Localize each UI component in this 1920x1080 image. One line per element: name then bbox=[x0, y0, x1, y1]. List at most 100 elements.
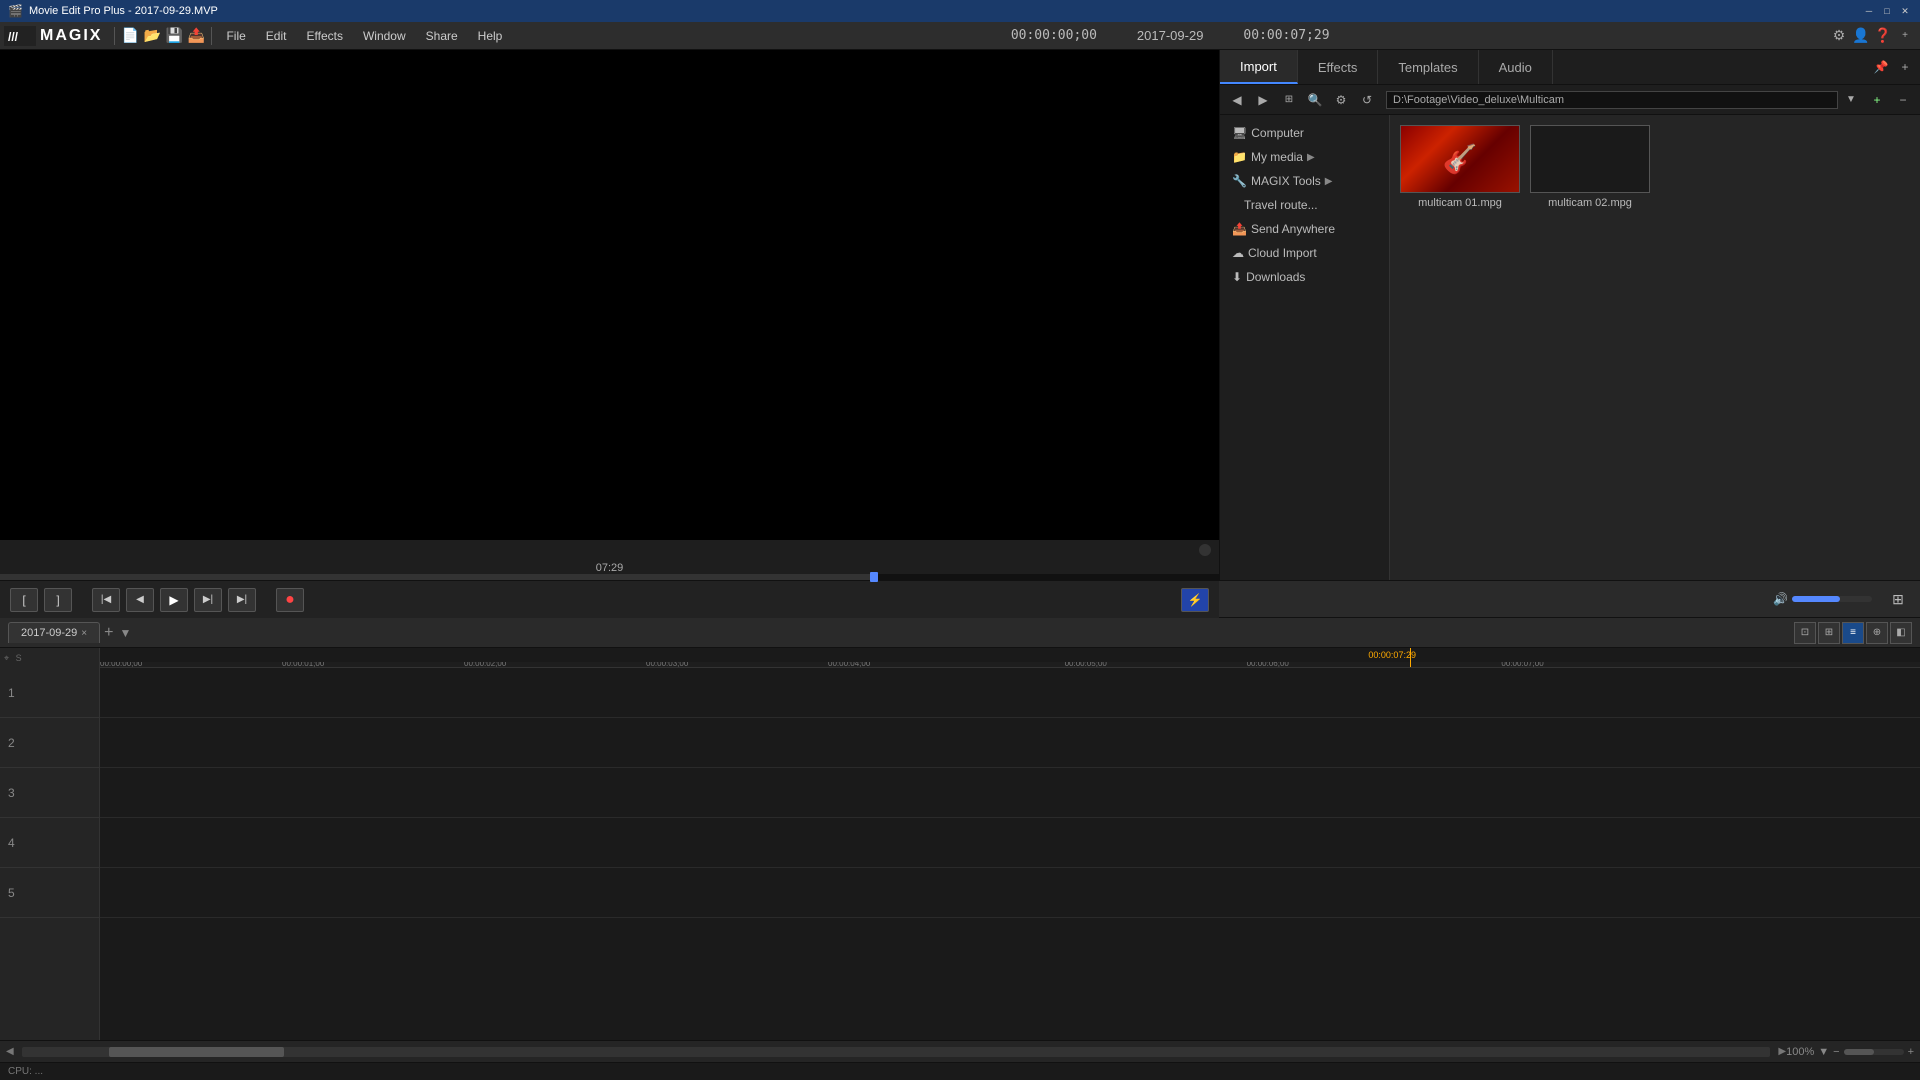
settings-panel-button[interactable]: ⚙ bbox=[1330, 89, 1352, 111]
track-label-1: 1 bbox=[0, 668, 99, 718]
scroll-right-button[interactable]: ▶ bbox=[1778, 1046, 1786, 1057]
menu-effects[interactable]: Effects bbox=[296, 25, 352, 47]
tree-item-cloud-import[interactable]: ☁ Cloud Import bbox=[1220, 241, 1389, 265]
next-frame-button[interactable]: ▶| bbox=[194, 588, 222, 612]
timeline-scrollbar[interactable] bbox=[22, 1047, 1771, 1057]
volume-slider[interactable] bbox=[1792, 596, 1872, 602]
timeline-body: 1 2 3 4 5 bbox=[0, 668, 1920, 1040]
view-grid-button[interactable]: ⊞ bbox=[1278, 89, 1300, 111]
panel-expand-button[interactable]: + bbox=[1894, 56, 1916, 78]
path-bar[interactable]: D:\Footage\Video_deluxe\Multicam bbox=[1386, 91, 1838, 109]
prev-frame-button[interactable]: ◀ bbox=[126, 588, 154, 612]
zoom-dropdown-button[interactable]: ▼ bbox=[1818, 1046, 1829, 1058]
account-button[interactable]: 👤 bbox=[1850, 25, 1872, 47]
zoom-controls: 100% ▼ − + bbox=[1786, 1046, 1914, 1058]
right-panel: Import Effects Templates Audio 📌 + ◀ ▶ ⊞… bbox=[1220, 50, 1920, 580]
menu-window[interactable]: Window bbox=[353, 25, 416, 47]
tab-import[interactable]: Import bbox=[1220, 50, 1298, 84]
tree-item-travel-route[interactable]: Travel route... bbox=[1220, 193, 1389, 217]
timeline-tab-label: 2017-09-29 bbox=[21, 627, 77, 639]
go-to-end-button[interactable]: ▶| bbox=[228, 588, 256, 612]
tracks-area[interactable] bbox=[100, 668, 1920, 1040]
add-timeline-button[interactable]: + bbox=[104, 624, 113, 642]
tree-item-magix-tools[interactable]: 🔧 MAGIX Tools ▶ bbox=[1220, 169, 1389, 193]
timeline-tab[interactable]: 2017-09-29 × bbox=[8, 622, 100, 643]
menu-file[interactable]: File bbox=[216, 25, 255, 47]
panel-tabs: Import Effects Templates Audio 📌 + bbox=[1220, 50, 1920, 85]
media-grid: multicam 01.mpg multicam 02.mpg bbox=[1390, 115, 1920, 580]
scroll-left-button[interactable]: ◀ bbox=[6, 1046, 14, 1057]
panel-pin-button[interactable]: 📌 bbox=[1870, 56, 1892, 78]
title-bar: 🎬 Movie Edit Pro Plus - 2017-09-29.MVP ─… bbox=[0, 0, 1920, 22]
add-media-button[interactable]: + bbox=[1866, 89, 1888, 111]
timecode-right: 00:00:07;29 bbox=[1243, 28, 1329, 43]
lightning-button[interactable]: ⚡ bbox=[1181, 588, 1209, 612]
panel-sidebar: 🖥 Computer 📁 My media ▶ 🔧 MAGIX Tools ▶ bbox=[1220, 115, 1920, 580]
tab-effects[interactable]: Effects bbox=[1298, 50, 1379, 84]
timeline-view-2[interactable]: ⊞ bbox=[1818, 622, 1840, 644]
timeline-ruler[interactable]: 00:00:07:29 00:00:00;00 00:00:01;00 00:0… bbox=[100, 648, 1920, 668]
timeline-view-3[interactable]: ≡ bbox=[1842, 622, 1864, 644]
preview-timecode: 07:29 bbox=[596, 562, 624, 574]
track-row-4 bbox=[100, 818, 1920, 868]
zoom-slider[interactable] bbox=[1844, 1049, 1904, 1055]
media-item-2[interactable]: multicam 02.mpg bbox=[1530, 125, 1650, 209]
magix-logo-icon: /// bbox=[4, 26, 36, 46]
add-dropdown-button[interactable]: ▼ bbox=[119, 626, 131, 640]
window-title: Movie Edit Pro Plus - 2017-09-29.MVP bbox=[29, 5, 1862, 17]
out-point-button[interactable]: ] bbox=[44, 588, 72, 612]
export-button[interactable]: 📤 bbox=[185, 25, 207, 47]
timeline-view-4[interactable]: ⊕ bbox=[1866, 622, 1888, 644]
save-button[interactable]: 💾 bbox=[163, 25, 185, 47]
tree-item-send-anywhere[interactable]: 📤 Send Anywhere bbox=[1220, 217, 1389, 241]
open-file-button[interactable]: 📂 bbox=[141, 25, 163, 47]
media-thumb-2[interactable] bbox=[1530, 125, 1650, 193]
nav-back-button[interactable]: ◀ bbox=[1226, 89, 1248, 111]
track-labels-header: ⌖ S bbox=[0, 648, 100, 668]
tree-item-computer[interactable]: 🖥 Computer bbox=[1220, 121, 1389, 145]
expand-button[interactable]: + bbox=[1894, 25, 1916, 47]
tab-audio[interactable]: Audio bbox=[1479, 50, 1553, 84]
tree-item-downloads[interactable]: ⬇ Downloads bbox=[1220, 265, 1389, 289]
play-button[interactable]: ▶ bbox=[160, 588, 188, 612]
menu-help[interactable]: Help bbox=[468, 25, 513, 47]
tab-templates[interactable]: Templates bbox=[1378, 50, 1478, 84]
timeline-scroll-thumb bbox=[109, 1047, 284, 1057]
menu-share[interactable]: Share bbox=[416, 25, 468, 47]
help-icon-button[interactable]: ❓ bbox=[1872, 25, 1894, 47]
zoom-in-button[interactable]: + bbox=[1908, 1046, 1914, 1058]
new-file-button[interactable]: 📄 bbox=[119, 25, 141, 47]
search-button[interactable]: 🔍 bbox=[1304, 89, 1326, 111]
settings-button[interactable]: ⚙ bbox=[1828, 25, 1850, 47]
status-bar: CPU: ... bbox=[0, 1062, 1920, 1080]
grid-view-button[interactable]: ⊞ bbox=[1884, 586, 1912, 612]
remove-media-button[interactable]: − bbox=[1892, 89, 1914, 111]
timeline-view-1[interactable]: ⊡ bbox=[1794, 622, 1816, 644]
tree-item-my-media[interactable]: 📁 My media ▶ bbox=[1220, 145, 1389, 169]
track-label-4: 4 bbox=[0, 818, 99, 868]
svg-text:///: /// bbox=[8, 30, 19, 44]
menu-bar: /// MAGIX 📄 📂 💾 📤 File Edit Effects Wind… bbox=[0, 22, 1920, 50]
playhead-time-display: 00:00:07:29 bbox=[1368, 650, 1416, 660]
project-date: 2017-09-29 bbox=[1137, 28, 1204, 43]
nav-forward-button[interactable]: ▶ bbox=[1252, 89, 1274, 111]
in-point-button[interactable]: [ bbox=[10, 588, 38, 612]
refresh-button[interactable]: ↺ bbox=[1356, 89, 1378, 111]
timeline-view-5[interactable]: ◧ bbox=[1890, 622, 1912, 644]
path-dropdown-button[interactable]: ▼ bbox=[1846, 94, 1862, 105]
volume-area: 🔊 bbox=[1773, 592, 1872, 606]
close-button[interactable]: ✕ bbox=[1898, 4, 1912, 18]
zoom-out-button[interactable]: − bbox=[1833, 1046, 1839, 1058]
track-header-label: ⌖ S bbox=[4, 653, 22, 664]
minimize-button[interactable]: ─ bbox=[1862, 4, 1876, 18]
timeline-tab-close[interactable]: × bbox=[81, 628, 87, 639]
magix-logo: /// MAGIX bbox=[4, 26, 102, 46]
expand-preview-button[interactable] bbox=[1199, 544, 1211, 556]
go-to-start-button[interactable]: |◀ bbox=[92, 588, 120, 612]
media-thumb-1[interactable] bbox=[1400, 125, 1520, 193]
media-item-1[interactable]: multicam 01.mpg bbox=[1400, 125, 1520, 209]
record-button[interactable]: ● bbox=[276, 588, 304, 612]
menu-edit[interactable]: Edit bbox=[256, 25, 297, 47]
zoom-label: 100% bbox=[1786, 1046, 1814, 1058]
maximize-button[interactable]: □ bbox=[1880, 4, 1894, 18]
